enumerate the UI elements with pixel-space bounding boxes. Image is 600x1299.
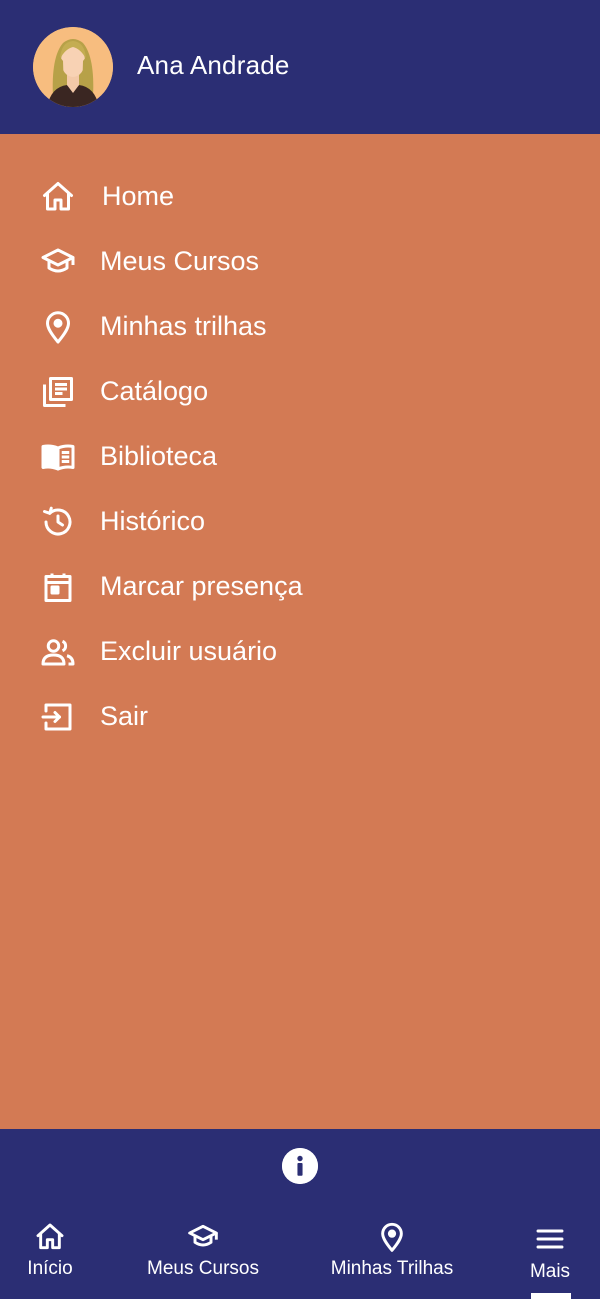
woman-avatar-icon [33, 27, 113, 107]
nav-minhas-trilhas[interactable]: Minhas Trilhas [312, 1221, 472, 1291]
menu-item-biblioteca[interactable]: Biblioteca [0, 425, 600, 489]
menu-item-label: Marcar presença [100, 571, 303, 601]
nav-label: Meus Cursos [147, 1258, 259, 1279]
info-button[interactable] [282, 1148, 318, 1184]
avatar[interactable] [33, 27, 113, 107]
catalog-icon [40, 374, 76, 410]
graduation-cap-icon [187, 1221, 219, 1253]
menu-item-sair[interactable]: Sair [0, 685, 600, 749]
nav-label: Mais [529, 1261, 571, 1282]
menu-item-label: Sair [100, 701, 149, 731]
drawer-menu: Home Meus Cursos Minhas trilhas Catálogo… [0, 134, 600, 1129]
nav-label: Início [27, 1258, 73, 1279]
menu-item-label: Catálogo [100, 376, 209, 406]
nav-label: Minhas Trilhas [330, 1258, 454, 1279]
graduation-cap-icon [40, 244, 76, 280]
nav-mais[interactable]: Mais [510, 1221, 590, 1291]
nav-meus-cursos[interactable]: Meus Cursos [120, 1221, 286, 1291]
history-icon [40, 504, 76, 540]
home-icon [40, 179, 76, 215]
menu-item-label: Home [102, 181, 175, 211]
menu-item-label: Excluir usuário [100, 636, 278, 666]
menu-item-label: Histórico [100, 506, 206, 536]
menu-item-meus-cursos[interactable]: Meus Cursos [0, 230, 600, 294]
nav-inicio[interactable]: Início [0, 1221, 100, 1291]
menu-item-home[interactable]: Home [0, 165, 600, 229]
logout-icon [40, 699, 76, 735]
drawer-header: Ana Andrade [0, 0, 600, 134]
open-book-icon [40, 439, 76, 475]
menu-item-catalogo[interactable]: Catálogo [0, 360, 600, 424]
menu-item-label: Biblioteca [100, 441, 218, 471]
menu-icon [534, 1223, 566, 1255]
users-icon [40, 634, 76, 670]
home-icon [34, 1221, 66, 1253]
user-name: Ana Andrade [137, 50, 290, 80]
map-pin-icon [40, 309, 76, 345]
menu-item-label: Minhas trilhas [100, 311, 267, 341]
map-pin-icon [376, 1221, 408, 1253]
calendar-icon [40, 569, 76, 605]
menu-item-marcar-presenca[interactable]: Marcar presença [0, 555, 600, 619]
active-tab-indicator [531, 1293, 571, 1299]
menu-item-label: Meus Cursos [100, 246, 260, 276]
app-screen: Ana Andrade Home Meus Cursos Minhas tril… [0, 0, 600, 1299]
menu-item-excluir-usuario[interactable]: Excluir usuário [0, 620, 600, 684]
bottom-bar: Início Meus Cursos Minhas Trilhas Mais [0, 1129, 600, 1299]
info-icon [282, 1148, 318, 1184]
menu-item-historico[interactable]: Histórico [0, 490, 600, 554]
menu-item-minhas-trilhas[interactable]: Minhas trilhas [0, 295, 600, 359]
